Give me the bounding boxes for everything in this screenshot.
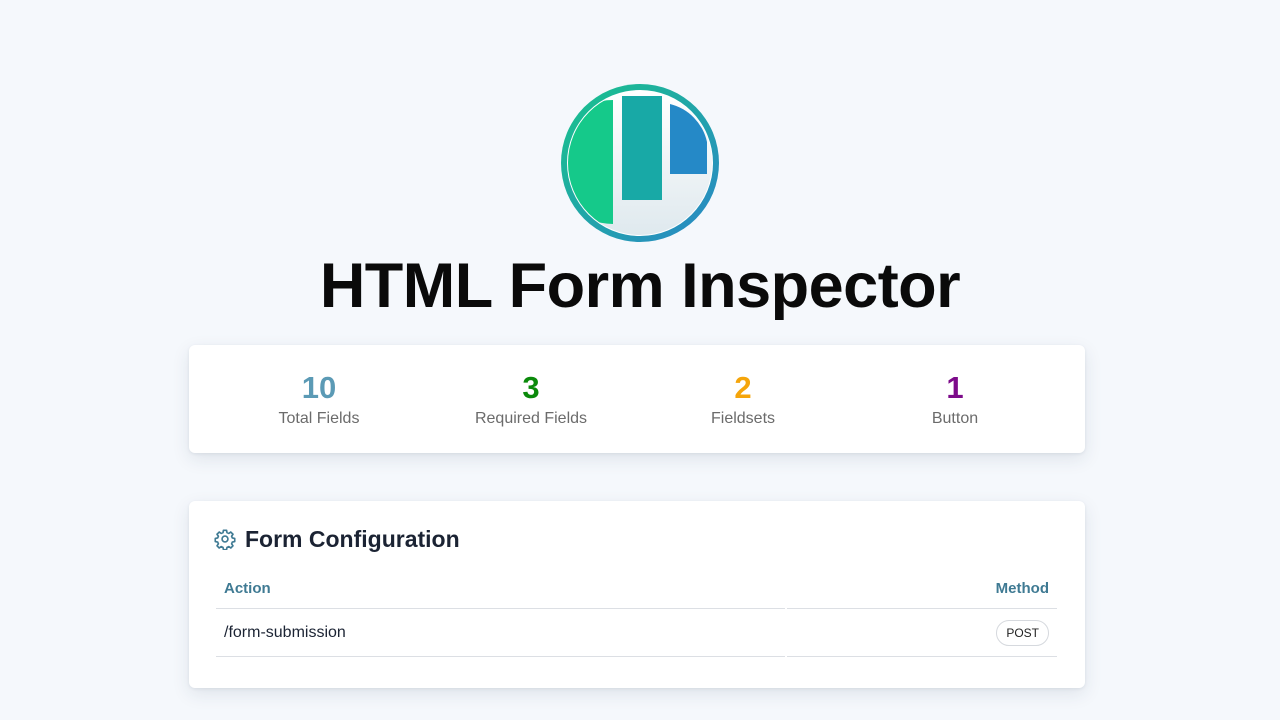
stat-label: Required Fields (474, 410, 588, 427)
stat-fieldsets: 2 Fieldsets (637, 368, 849, 430)
stat-value: 10 (301, 370, 337, 405)
method-badge: POST (996, 619, 1049, 646)
stat-value: 1 (946, 370, 964, 405)
stat-total-fields: 10 Total Fields (213, 368, 425, 430)
table-row: /form-submission POST (216, 609, 1057, 657)
stat-label: Button (931, 410, 979, 427)
page-title: HTML Form Inspector (319, 251, 961, 321)
gear-icon (214, 529, 236, 550)
stat-label: Total Fields (278, 410, 360, 427)
column-header-method: Method (787, 578, 1057, 609)
form-configuration-card: Form Configuration Action Method /form-s… (189, 501, 1085, 688)
method-cell: POST (787, 609, 1057, 657)
stat-required-fields: 3 Required Fields (425, 368, 637, 430)
section-header: Form Configuration (214, 523, 1059, 555)
stat-label: Fieldsets (710, 410, 776, 427)
form-config-table: Action Method /form-submission POST (214, 578, 1059, 657)
stat-value: 2 (734, 370, 752, 405)
form-inspector-logo-icon (561, 84, 719, 242)
stats-card: 10 Total Fields 3 Required Fields 2 Fiel… (189, 345, 1085, 453)
stat-value: 3 (522, 370, 540, 405)
stat-button: 1 Button (849, 368, 1061, 430)
action-cell: /form-submission (216, 609, 785, 657)
page: HTML Form Inspector 10 Total Fields 3 Re… (0, 0, 1280, 720)
table-header-row: Action Method (216, 578, 1057, 609)
column-header-action: Action (216, 578, 785, 609)
section-title: Form Configuration (245, 525, 460, 552)
